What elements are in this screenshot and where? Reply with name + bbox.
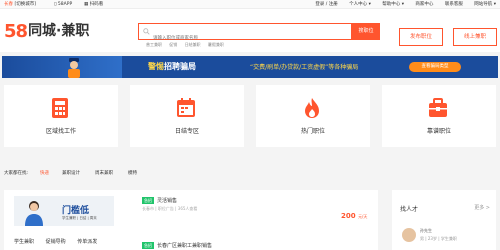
banner-subtitle: “交费/刷单/办贷款/工资虚假”等各种骗局 [250, 64, 359, 71]
police-figure-icon [68, 58, 80, 78]
search-icon [143, 28, 150, 35]
urgent-badge: 急招 [142, 242, 154, 249]
job-meta: 长春市 | 职位广告 | 365人查看 [142, 206, 198, 211]
calculator-icon [52, 98, 68, 118]
find-talent-title: 找人才 [400, 206, 419, 213]
hot-words: 普工兼职 促销 日结兼职 暑假兼职 [146, 42, 230, 48]
popular-tag[interactable]: 兼职设计 [62, 167, 80, 181]
listing-tag[interactable]: 学生兼职 [14, 239, 34, 245]
phone-icon: ▯ [54, 2, 57, 7]
promo-title: 门槛低 [62, 206, 90, 216]
scan-link[interactable]: ▦ 扫码看 [84, 0, 103, 9]
job-listing-panel: 门槛低 学生兼职 | 日结 | 周末 学生兼职 促销导购 传单派发 急招 灵活销售… [4, 190, 378, 250]
card-daily-pay[interactable]: 日结专区 [130, 85, 244, 147]
talent-info: 男 | 23岁 | 学生兼职 [420, 236, 457, 241]
header: 58同城·兼职 搜职位 普工兼职 促销 日结兼职 暑假兼职 发布职位 线上兼职 [0, 9, 500, 52]
logo-text: 同城·兼职 [28, 23, 90, 39]
salary-unit: 元/天 [358, 214, 368, 219]
category-cards: 区域找工作 日结专区 热门职位 靠谱职位 [4, 85, 496, 147]
banner-title-a: 警惕 [148, 62, 164, 71]
view-scam-types-button[interactable]: 查看骗局类型 [409, 62, 461, 72]
calendar-icon [177, 98, 195, 117]
city-selector[interactable]: 长春 [切换城市] [4, 0, 36, 9]
person-illustration [25, 201, 43, 226]
urgent-badge: 急招 [142, 197, 154, 204]
hot-word[interactable]: 日结兼职 [185, 42, 201, 47]
job-item[interactable]: 急招 长春广区兼职工兼职销售 [142, 242, 212, 249]
banner-stripe [2, 56, 122, 78]
logo-58: 58 [4, 21, 28, 42]
more-talent-link[interactable]: 更多 > [474, 204, 490, 211]
top-links: 登录 / 注册 个人中心 ▾ 帮助中心 ▾ 商家中心 联系客服 网站导航 ▾ [305, 0, 496, 9]
publish-job-button[interactable]: 发布职位 [399, 28, 443, 46]
merchant-center-link[interactable]: 商家中心 [415, 2, 433, 7]
switch-city-link[interactable]: [切换城市] [14, 2, 36, 7]
site-logo[interactable]: 58同城·兼职 [4, 21, 90, 42]
talent-name[interactable]: 孙先生 [420, 228, 432, 234]
login-link[interactable]: 登录 / 注册 [315, 2, 337, 7]
find-talent-panel: 找人才 更多 > 孙先生 男 | 23岁 | 学生兼职 [392, 190, 496, 250]
card-label: 区域找工作 [45, 128, 76, 135]
banner-title-b: 招聘骗局 [164, 62, 196, 71]
briefcase-icon [429, 98, 447, 117]
popular-searches: 大家都在找: 快递 兼职设计 周末兼职 模特 [0, 167, 500, 181]
banner-title: 警惕招聘骗局 [148, 61, 196, 72]
personal-center-menu[interactable]: 个人中心 ▾ [349, 2, 371, 7]
card-hot-jobs[interactable]: 热门职位 [256, 85, 370, 147]
customer-service-link[interactable]: 联系客服 [445, 2, 463, 7]
avatar[interactable] [402, 228, 416, 242]
scan-label: 扫码看 [89, 2, 104, 7]
flame-icon [305, 98, 319, 118]
app-link[interactable]: ▯ 58APP [54, 0, 72, 9]
card-reliable-jobs[interactable]: 靠谱职位 [382, 85, 496, 147]
scam-warning-banner[interactable]: 警惕招聘骗局 “交费/刷单/办贷款/工资虚假”等各种骗局 查看骗局类型 [2, 56, 498, 78]
job-title[interactable]: 灵活销售 [157, 198, 177, 204]
card-label: 热门职位 [300, 128, 325, 135]
popular-tag[interactable]: 模特 [128, 167, 137, 181]
search-button[interactable]: 搜职位 [352, 23, 380, 40]
qr-icon: ▦ [84, 2, 89, 7]
search-box [138, 23, 352, 45]
salary-value: 200 [341, 212, 356, 220]
help-center-menu[interactable]: 帮助中心 ▾ [382, 2, 404, 7]
hot-word[interactable]: 促销 [169, 42, 177, 47]
popular-tag[interactable]: 快递 [40, 167, 49, 181]
job-salary: 200 元/天 [341, 212, 367, 220]
card-label: 靠谱职位 [426, 128, 451, 135]
card-area-jobs[interactable]: 区域找工作 [4, 85, 118, 147]
card-label: 日结专区 [174, 128, 199, 135]
listing-tags: 学生兼职 促销导购 传单派发 [14, 238, 107, 245]
promo-subtitle: 学生兼职 | 日结 | 周末 [62, 216, 97, 220]
promo-image[interactable]: 门槛低 学生兼职 | 日结 | 周末 [14, 196, 114, 226]
site-nav-menu[interactable]: 网站导航 ▾ [474, 2, 496, 7]
hot-word[interactable]: 暑假兼职 [208, 42, 224, 47]
top-bar: 长春 [切换城市] ▯ 58APP ▦ 扫码看 登录 / 注册 个人中心 ▾ 帮… [0, 0, 500, 9]
listing-tag[interactable]: 促销导购 [46, 239, 66, 245]
popular-searches-label: 大家都在找: [4, 171, 29, 176]
job-title[interactable]: 长春广区兼职工兼职销售 [157, 243, 212, 249]
listing-tag[interactable]: 传单派发 [77, 239, 97, 245]
app-label: 58APP [57, 2, 73, 7]
job-item[interactable]: 急招 灵活销售 长春市 | 职位广告 | 365人查看 [142, 197, 197, 212]
popular-tag[interactable]: 周末兼职 [95, 167, 113, 181]
online-parttime-button[interactable]: 线上兼职 [453, 28, 497, 46]
current-city[interactable]: 长春 [4, 2, 13, 7]
hot-word[interactable]: 普工兼职 [146, 42, 162, 47]
